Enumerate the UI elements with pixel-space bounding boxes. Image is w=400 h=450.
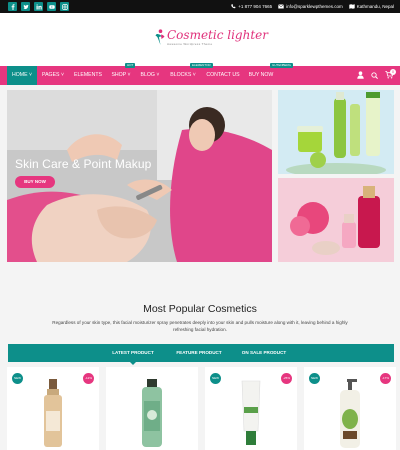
nav-label-blocks: BLOCKS bbox=[170, 72, 192, 78]
nav-icons bbox=[357, 71, 394, 79]
nav-item-elements[interactable]: ELEMENTS bbox=[70, 66, 106, 85]
nav-item-shop[interactable]: HOT SHOP ˅ bbox=[108, 63, 136, 85]
search-icon[interactable] bbox=[371, 71, 378, 79]
facebook-icon[interactable] bbox=[8, 2, 17, 11]
twitter-icon[interactable] bbox=[21, 2, 30, 11]
sale-badge: -17% bbox=[380, 373, 391, 384]
product-image-tube bbox=[241, 380, 261, 445]
tab-feature-product[interactable]: FEATURE PRODUCT bbox=[168, 344, 230, 362]
pink-cosmetics-image bbox=[278, 178, 394, 262]
hero-slider[interactable]: Skin Care & Point Makup BUY NOW bbox=[7, 90, 272, 262]
nav-label-home: HOME bbox=[11, 72, 28, 78]
phone-number: +1 877 904 7665 bbox=[238, 4, 273, 9]
product-tabs: LATEST PRODUCT FEATURE PRODUCT ON SALE P… bbox=[8, 344, 394, 365]
logo-figure-icon bbox=[155, 29, 165, 45]
tab-on-sale-product[interactable]: ON SALE PRODUCT bbox=[232, 344, 296, 362]
product-image-pump-bottle bbox=[340, 379, 360, 448]
logo-tagline: Awesome Wordpress Theme bbox=[167, 42, 213, 46]
youtube-icon[interactable] bbox=[47, 2, 56, 11]
new-badge: NEW bbox=[309, 373, 320, 384]
section-title: Most Popular Cosmetics bbox=[143, 303, 257, 315]
nav-label-buy-now: BUY NOW bbox=[248, 72, 274, 78]
top-bar: +1 877 904 7665 info@sparklewpthemes.com… bbox=[0, 0, 400, 13]
section-description: Regardless of your skin type, this facia… bbox=[52, 320, 348, 332]
new-badge: NEW bbox=[210, 373, 221, 384]
nav-item-home[interactable]: HOME ˅ bbox=[7, 66, 37, 85]
linkedin-icon[interactable] bbox=[34, 2, 43, 11]
hero-buy-now-button[interactable]: BUY NOW bbox=[15, 176, 55, 188]
product-card[interactable]: NEW -17% bbox=[304, 367, 396, 450]
nav-label-pages: PAGES bbox=[42, 72, 60, 78]
green-cosmetics-image bbox=[278, 90, 394, 174]
product-card[interactable]: NEW -12% bbox=[7, 367, 99, 450]
envelope-icon bbox=[278, 4, 284, 9]
site-header: Cosmetic lighter Awesome Wordpress Theme bbox=[0, 13, 400, 66]
nav-label-shop: SHOP bbox=[111, 72, 127, 78]
site-logo[interactable]: Cosmetic lighter Awesome Wordpress Theme bbox=[155, 29, 268, 46]
email-address: info@sparklewpthemes.com bbox=[286, 4, 343, 9]
product-image-green-bottle bbox=[142, 379, 162, 447]
contact-info: +1 877 904 7665 info@sparklewpthemes.com… bbox=[231, 2, 394, 11]
location-contact: Kathmandu, Nepal bbox=[349, 4, 394, 9]
logo-name: Cosmetic lighter bbox=[167, 28, 268, 42]
nav-label-contact: CONTACT US bbox=[206, 72, 240, 78]
product-card[interactable] bbox=[106, 367, 198, 450]
user-icon[interactable] bbox=[357, 71, 364, 79]
social-links bbox=[8, 2, 69, 11]
promo-banner-green-products[interactable] bbox=[278, 90, 394, 174]
new-badge: NEW bbox=[12, 373, 23, 384]
phone-icon bbox=[231, 4, 236, 9]
product-card[interactable]: NEW -25% bbox=[205, 367, 297, 450]
chevron-down-icon: ˅ bbox=[126, 72, 131, 78]
hero-title: Skin Care & Point Makup bbox=[15, 157, 152, 171]
hot-badge: HOT bbox=[125, 63, 136, 68]
email-contact[interactable]: info@sparklewpthemes.com bbox=[278, 4, 343, 9]
chevron-down-icon: ˅ bbox=[27, 72, 33, 78]
nav-label-elements: ELEMENTS bbox=[74, 72, 102, 78]
chevron-down-icon: ˅ bbox=[154, 72, 160, 78]
phone-contact[interactable]: +1 877 904 7665 bbox=[231, 4, 272, 9]
tab-latest-product[interactable]: LATEST PRODUCT bbox=[103, 344, 163, 365]
nav-item-pages[interactable]: PAGES ˅ bbox=[40, 66, 66, 85]
gutenberg-badge: GUTENBERG bbox=[270, 63, 294, 68]
promo-banner-pink-products[interactable] bbox=[278, 178, 394, 262]
map-icon bbox=[349, 4, 355, 9]
nav-item-buy-now[interactable]: GUTENBERG BUY NOW bbox=[246, 63, 294, 85]
product-image-serum-bottle bbox=[44, 379, 62, 447]
sale-badge: -12% bbox=[83, 373, 94, 384]
nav-item-contact[interactable]: CONTACT US bbox=[204, 66, 242, 85]
sale-badge: -25% bbox=[281, 373, 292, 384]
chevron-down-icon: ˅ bbox=[191, 72, 196, 78]
location-text: Kathmandu, Nepal bbox=[356, 4, 394, 9]
nav-label-blog: BLOG bbox=[140, 72, 155, 78]
instagram-icon[interactable] bbox=[60, 2, 69, 11]
chevron-down-icon: ˅ bbox=[59, 72, 64, 78]
main-navigation: HOME ˅ PAGES ˅ ELEMENTS HOT SHOP ˅ BLOG … bbox=[0, 63, 400, 85]
nav-item-blocks[interactable]: ELEMENTOR BLOCKS ˅ bbox=[168, 63, 213, 85]
nav-item-blog[interactable]: BLOG ˅ bbox=[138, 66, 162, 85]
cart-count: 0 bbox=[390, 69, 396, 75]
